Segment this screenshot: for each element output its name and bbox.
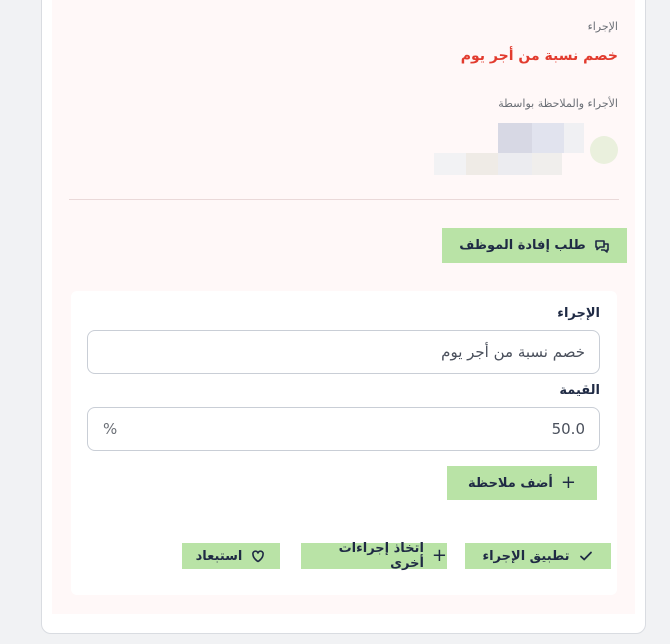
action-field[interactable]: خصم نسبة من أجر يوم (87, 330, 600, 374)
request-feedback-label: طلب إفادة الموظف (459, 238, 586, 253)
plus-icon: + (431, 545, 447, 566)
action-caption: الإجراء (587, 20, 618, 33)
apply-action-button[interactable]: تطبيق الإجراء (465, 543, 611, 569)
by-caption: الأجراء والملاحظة بواسطة (498, 97, 618, 110)
other-actions-button[interactable]: + اتخاذ إجراءات أخرى (301, 541, 447, 571)
value-field-value: 50.0 (551, 420, 585, 438)
action-field-value: خصم نسبة من أجر يوم (441, 343, 585, 361)
form-value-label: القيمة (559, 383, 600, 398)
plus-icon: + (560, 472, 576, 493)
value-field[interactable]: 50.0 % (87, 407, 600, 451)
percent-unit: % (103, 420, 118, 438)
check-icon (579, 551, 592, 561)
form-action-label: الإجراء (557, 306, 600, 321)
other-actions-label: اتخاذ إجراءات أخرى (338, 541, 424, 571)
user-avatar (590, 136, 618, 164)
apply-action-label: تطبيق الإجراء (482, 548, 570, 564)
heart-icon (252, 550, 265, 563)
exclude-button[interactable]: استبعاد (182, 543, 280, 569)
request-feedback-button[interactable]: طلب إفادة الموظف (442, 228, 627, 263)
chat-bubbles-icon (594, 239, 609, 253)
divider (69, 199, 619, 200)
action-value: خصم نسبة من أجر يوم (460, 48, 618, 64)
add-note-label: أضف ملاحظة (468, 475, 553, 491)
add-note-button[interactable]: + أضف ملاحظة (447, 466, 597, 500)
exclude-label: استبعاد (195, 548, 243, 564)
